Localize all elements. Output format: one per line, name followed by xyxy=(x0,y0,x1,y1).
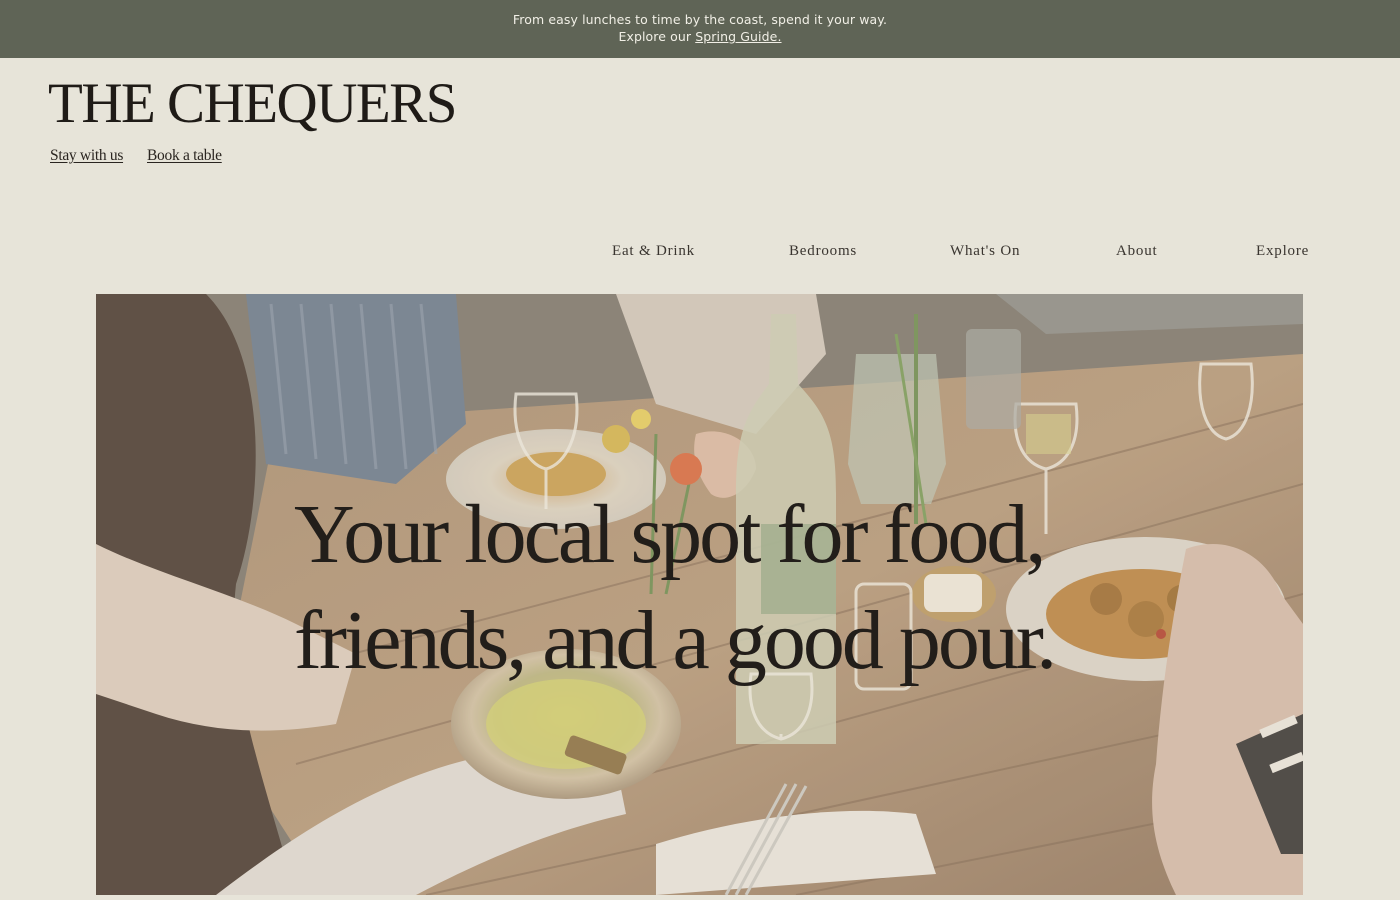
nav-whats-on[interactable]: What's On xyxy=(950,243,1020,260)
stay-with-us-link[interactable]: Stay with us xyxy=(50,147,123,165)
announcement-line-1: From easy lunches to time by the coast, … xyxy=(512,12,888,27)
announcement-line-2: Explore our Spring Guide. xyxy=(0,28,1400,45)
nav-explore[interactable]: Explore xyxy=(1256,243,1309,260)
nav-eat-and-drink[interactable]: Eat & Drink xyxy=(612,243,695,260)
nav-about[interactable]: About xyxy=(1116,243,1158,260)
hero-headline: Your local spot for food, friends, and a… xyxy=(294,488,1057,687)
spring-guide-link[interactable]: Spring Guide. xyxy=(695,29,781,44)
hero-section: Your local spot for food, friends, and a… xyxy=(96,294,1303,895)
announcement-bar: From easy lunches to time by the coast, … xyxy=(0,0,1400,58)
announcement-prefix: Explore our xyxy=(618,29,692,44)
site-logo[interactable]: THE CHEQUERS xyxy=(48,72,457,136)
nav-bedrooms[interactable]: Bedrooms xyxy=(789,243,857,260)
book-a-table-link[interactable]: Book a table xyxy=(147,147,222,165)
